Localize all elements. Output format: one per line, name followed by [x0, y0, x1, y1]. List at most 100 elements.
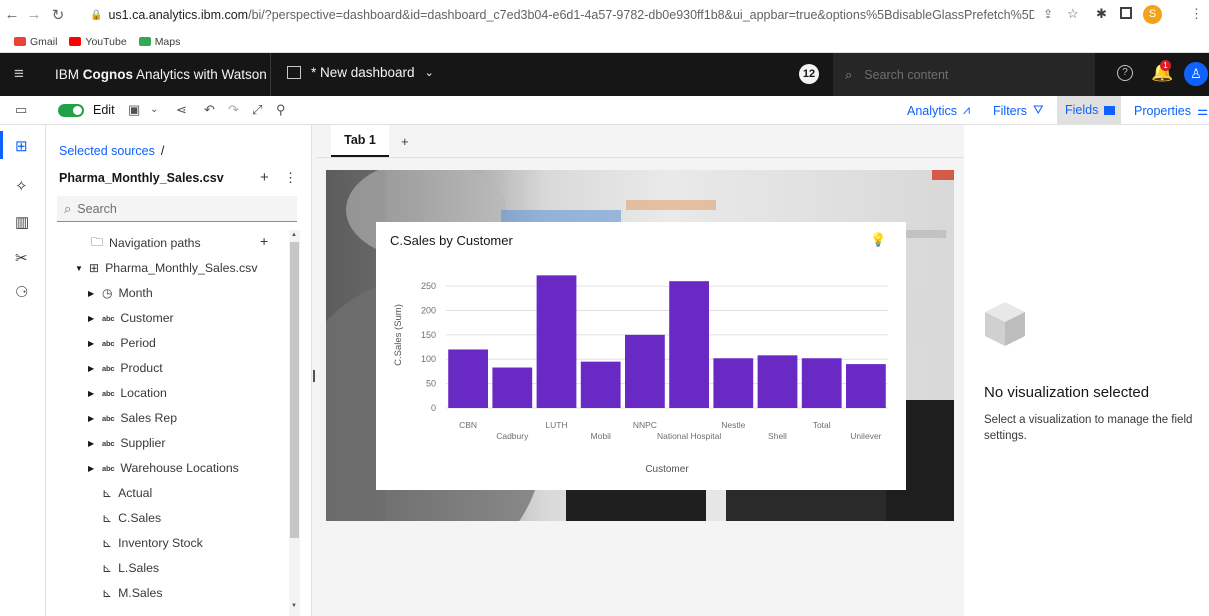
- resize-grip[interactable]: [313, 370, 315, 382]
- star-icon[interactable]: ☆: [1067, 6, 1079, 22]
- bar-national-hospital[interactable]: [669, 281, 709, 408]
- bar-cbn[interactable]: [448, 349, 488, 408]
- comment-icon[interactable]: ▭: [15, 102, 27, 118]
- bookmark-youtube[interactable]: YouTube: [69, 36, 127, 48]
- field-customer[interactable]: ▶ abc Customer: [88, 308, 174, 328]
- x-tick-label: Unilever: [850, 431, 881, 441]
- scroll-up-icon[interactable]: ▲: [291, 232, 297, 238]
- x-axis-title: Customer: [645, 464, 689, 475]
- scrollbar-thumb[interactable]: [290, 242, 299, 538]
- app-header: ≡ IBM Cognos Analytics with Watson * New…: [0, 53, 1209, 96]
- caret-down-icon: ▼: [75, 263, 83, 273]
- field-product[interactable]: ▶ abc Product: [88, 358, 163, 378]
- field-l-sales[interactable]: ⊾ L.Sales: [102, 558, 159, 578]
- edit-label: Edit: [93, 103, 115, 117]
- pin-icon[interactable]: ✧: [15, 177, 28, 195]
- bookmark-maps[interactable]: Maps: [138, 36, 180, 48]
- field-warehouse-locations[interactable]: ▶ abc Warehouse Locations: [88, 458, 239, 478]
- save-icon[interactable]: ▣: [128, 102, 140, 118]
- field-actual[interactable]: ⊾ Actual: [102, 483, 152, 503]
- bar-chart-widget[interactable]: C.Sales by Customer 💡 0 50 100 150 200 250 CB…: [376, 222, 906, 490]
- tab-1[interactable]: Tab 1: [331, 125, 389, 157]
- add-source-icon[interactable]: +: [260, 169, 269, 186]
- field-supplier[interactable]: ▶ abc Supplier: [88, 433, 165, 453]
- fullscreen-icon[interactable]: ⤢: [252, 102, 262, 118]
- edit-toggle[interactable]: [58, 104, 84, 117]
- visualizations-icon[interactable]: ▥: [15, 213, 29, 231]
- sidepanel-icon[interactable]: [1120, 7, 1132, 19]
- search-content-field[interactable]: ⌕ Search content: [833, 53, 1095, 96]
- caret-right-icon: ▶: [88, 438, 95, 448]
- back-icon[interactable]: ←: [4, 6, 20, 23]
- bar-total[interactable]: [801, 358, 842, 408]
- hamburger-menu-icon[interactable]: ≡: [14, 64, 24, 84]
- search-icon: ⌕: [845, 66, 853, 82]
- x-tick-label: Nestle: [721, 420, 745, 430]
- data-sources-icon[interactable]: ⊞: [15, 137, 28, 155]
- bar-unilever[interactable]: [846, 364, 886, 408]
- notification-count-badge[interactable]: 12: [799, 64, 819, 84]
- add-path-icon[interactable]: +: [260, 233, 268, 249]
- extensions-icon[interactable]: ✱: [1096, 6, 1107, 22]
- empty-state-description: Select a visualization to manage the fie…: [984, 414, 1193, 442]
- table-node[interactable]: ▼ ⊞ Pharma_Monthly_Sales.csv: [75, 258, 257, 278]
- share-icon[interactable]: ⋖: [176, 102, 187, 118]
- undo-icon[interactable]: ↶: [204, 102, 215, 118]
- filters-tab[interactable]: Filters ⛛: [993, 103, 1044, 118]
- text-type-icon: abc: [102, 438, 115, 448]
- youtube-icon: [69, 37, 82, 46]
- widgets-icon[interactable]: ✂: [15, 249, 28, 267]
- redo-icon[interactable]: ↷: [228, 102, 239, 118]
- x-tick-label: CBN: [459, 420, 477, 430]
- caret-right-icon: ▶: [88, 363, 95, 373]
- save-chevron-icon[interactable]: ⌄: [150, 104, 158, 115]
- scroll-down-icon[interactable]: ▼: [291, 603, 297, 609]
- measure-icon: ⊾: [102, 486, 113, 500]
- bar-cadbury[interactable]: [492, 367, 533, 408]
- forward-icon[interactable]: →: [26, 6, 42, 23]
- properties-tab[interactable]: Properties ⚌: [1134, 103, 1208, 119]
- navigation-paths[interactable]: 🗀 Navigation paths: [91, 233, 201, 253]
- caret-right-icon: ▶: [88, 288, 95, 298]
- bar-luth[interactable]: [536, 275, 577, 408]
- fields-icon: [1104, 105, 1116, 115]
- breadcrumb[interactable]: Selected sources /: [59, 144, 164, 158]
- dashboard-title-dropdown[interactable]: * New dashboard ⌄: [287, 65, 434, 80]
- more-options-icon[interactable]: ⋮: [284, 170, 297, 186]
- field-inventory-stock[interactable]: ⊾ Inventory Stock: [102, 533, 203, 553]
- field-m-sales[interactable]: ⊾ M.Sales: [102, 583, 162, 603]
- fields-tab[interactable]: Fields: [1057, 96, 1121, 125]
- user-avatar-icon[interactable]: ♙: [1184, 62, 1208, 86]
- assistant-icon[interactable]: ⚆: [15, 283, 28, 301]
- field-sales-rep[interactable]: ▶ abc Sales Rep: [88, 408, 177, 428]
- address-bar[interactable]: 🔒 us1.ca.analytics.ibm.com/bi/?perspecti…: [90, 4, 1035, 26]
- search-input[interactable]: [77, 201, 278, 216]
- add-tab-icon[interactable]: +: [401, 134, 409, 149]
- reload-icon[interactable]: ↻: [50, 6, 66, 24]
- bar-shell[interactable]: [757, 355, 798, 408]
- x-tick-label: National Hospital: [657, 431, 721, 441]
- bookmarks-bar: Gmail YouTube Maps: [0, 31, 1209, 53]
- bar-nnpc[interactable]: [625, 334, 665, 408]
- text-type-icon: abc: [102, 313, 115, 323]
- caret-right-icon: ▶: [88, 313, 95, 323]
- field-period[interactable]: ▶ abc Period: [88, 333, 156, 353]
- profile-avatar[interactable]: S: [1143, 5, 1162, 24]
- y-tick-label: 250: [421, 281, 436, 291]
- browser-menu-icon[interactable]: ⋮: [1190, 6, 1203, 22]
- y-tick-label: 200: [421, 305, 436, 315]
- field-month[interactable]: ▶ ◷ Month: [88, 283, 153, 303]
- field-location[interactable]: ▶ abc Location: [88, 383, 167, 403]
- bookmark-gmail[interactable]: Gmail: [14, 36, 57, 48]
- analytics-tab[interactable]: Analytics ⩘: [907, 103, 970, 118]
- search-field[interactable]: ⌕: [57, 196, 297, 222]
- pin-icon[interactable]: ⚲: [276, 102, 286, 118]
- gmail-icon: [14, 37, 26, 46]
- field-c-sales[interactable]: ⊾ C.Sales: [102, 508, 161, 528]
- x-tick-label: LUTH: [545, 420, 567, 430]
- help-icon[interactable]: ?: [1117, 65, 1133, 81]
- bar-nestle[interactable]: [713, 358, 754, 408]
- bar-mobil[interactable]: [580, 361, 621, 408]
- bar-chart: 050100150200250 CBNCadburyLUTHMobilNNPCN…: [393, 275, 888, 475]
- share-icon[interactable]: ⇪: [1043, 7, 1053, 21]
